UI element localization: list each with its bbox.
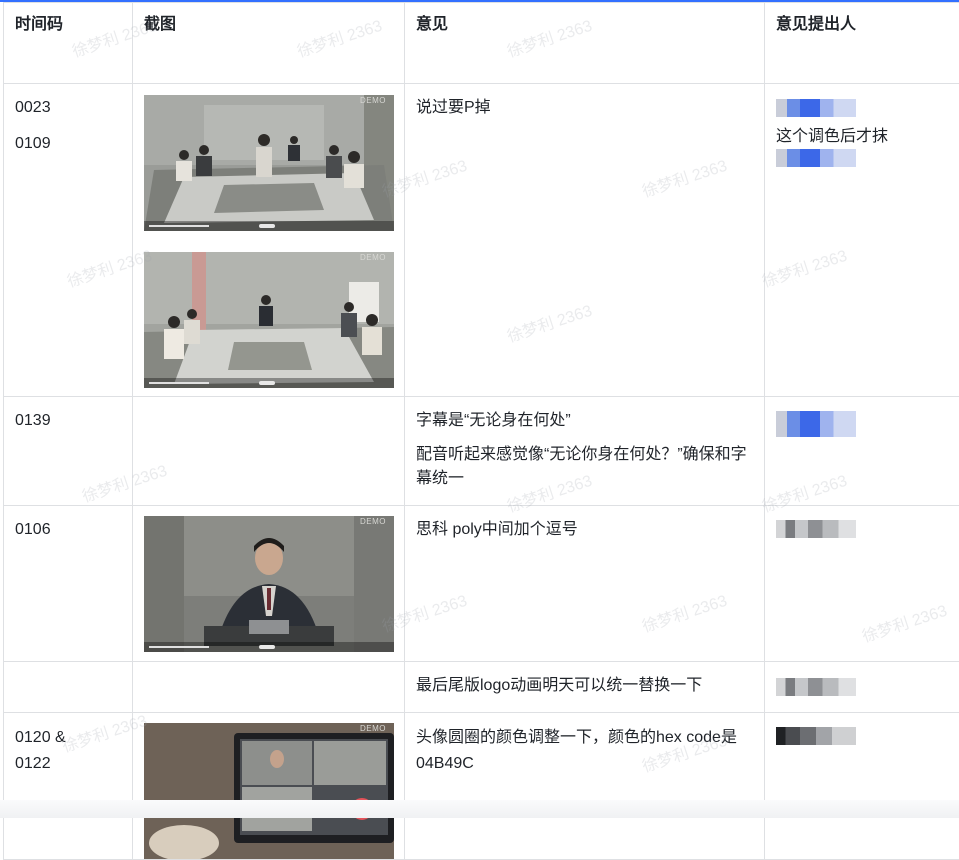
screenshot-image[interactable]: DEMO <box>144 252 394 388</box>
comment-cell[interactable]: 头像圆圈的颜色调整一下，颜色的hex code是 04B49C <box>405 713 765 860</box>
header-comment[interactable]: 意见 <box>405 3 765 84</box>
comment-text: 思科 poly中间加个逗号 <box>416 518 754 542</box>
timecode-cell[interactable]: 0106 <box>4 506 133 662</box>
reviewer-cell[interactable] <box>765 662 959 713</box>
scene-presenter-at-desk <box>144 516 394 652</box>
header-screenshot[interactable]: 截图 <box>133 3 405 84</box>
comment-cell[interactable]: 字幕是“无论身在何处” 配音听起来感觉像“无论你身在何处？”确保和字幕统一 <box>405 397 765 506</box>
scene-laptop-video-call <box>144 723 394 859</box>
reviewer-note: 这个调色后才抹 <box>776 125 955 149</box>
scene-conference-room-wide <box>144 95 394 231</box>
review-table: 时间码 截图 意见 意见提出人 0023 0109 <box>3 2 959 860</box>
screenshot-image[interactable]: DEMO <box>144 516 394 652</box>
comment-text: 说过要P掉 <box>416 96 754 120</box>
screenshot-cell[interactable] <box>133 397 405 506</box>
screenshot-image[interactable]: DEMO <box>144 95 394 231</box>
reviewer-cell[interactable] <box>765 397 959 506</box>
comment-cell[interactable]: 最后尾版logo动画明天可以统一替换一下 <box>405 662 765 713</box>
viewport-bottom-edge <box>0 800 959 818</box>
timecode-cell[interactable]: 0120 & 0122 <box>4 713 133 860</box>
table-row: 最后尾版logo动画明天可以统一替换一下 <box>4 662 959 713</box>
video-controls[interactable] <box>144 642 394 652</box>
scene-conference-room-far <box>144 252 394 388</box>
header-reviewer[interactable]: 意见提出人 <box>765 3 959 84</box>
comment-text: 头像圆圈的颜色调整一下，颜色的hex code是 04B49C <box>416 729 737 772</box>
reviewer-cell[interactable] <box>765 506 959 662</box>
timecode-text: 0109 <box>15 132 122 156</box>
demo-watermark: DEMO <box>360 724 386 733</box>
screenshot-cell[interactable]: DEMO <box>133 84 405 397</box>
table-row: 0139 字幕是“无论身在何处” 配音听起来感觉像“无论你身在何处？”确保和字幕… <box>4 397 959 506</box>
screenshot-image[interactable]: DEMO <box>144 723 394 859</box>
timecode-cell[interactable]: 0139 <box>4 397 133 506</box>
reviewer-avatar-redacted <box>776 149 856 167</box>
video-controls[interactable] <box>144 378 394 388</box>
reviewer-avatar-redacted <box>776 727 856 745</box>
timecode-text: 0139 <box>15 409 122 433</box>
table-row: 0023 0109 <box>4 84 959 397</box>
comment-text: 字幕是“无论身在何处” <box>416 409 754 433</box>
timecode-text: 0122 <box>15 751 122 777</box>
screenshot-cell[interactable] <box>133 662 405 713</box>
screenshot-cell[interactable]: DEMO <box>133 713 405 860</box>
table-row: 0120 & 0122 <box>4 713 959 860</box>
screenshot-cell[interactable]: DEMO <box>133 506 405 662</box>
demo-watermark: DEMO <box>360 253 386 262</box>
reviewer-avatar-redacted <box>776 99 856 117</box>
timecode-cell[interactable]: 0023 0109 <box>4 84 133 397</box>
comment-text: 配音听起来感觉像“无论你身在何处？”确保和字幕统一 <box>416 443 754 491</box>
comment-text: 最后尾版logo动画明天可以统一替换一下 <box>416 674 754 698</box>
reviewer-avatar-redacted <box>776 520 856 538</box>
reviewer-cell[interactable]: 这个调色后才抹 <box>765 84 959 397</box>
reviewer-avatar-redacted <box>776 411 856 437</box>
reviewer-cell[interactable] <box>765 713 959 860</box>
header-timecode[interactable]: 时间码 <box>4 3 133 84</box>
comment-cell[interactable]: 说过要P掉 <box>405 84 765 397</box>
table-row: 0106 <box>4 506 959 662</box>
video-controls[interactable] <box>144 221 394 231</box>
comment-cell[interactable]: 思科 poly中间加个逗号 <box>405 506 765 662</box>
header-row: 时间码 截图 意见 意见提出人 <box>4 3 959 84</box>
timecode-text: 0106 <box>15 518 122 542</box>
reviewer-avatar-redacted <box>776 678 856 696</box>
timecode-text: 0023 <box>15 96 122 120</box>
demo-watermark: DEMO <box>360 96 386 105</box>
timecode-cell[interactable] <box>4 662 133 713</box>
timecode-text: 0120 & <box>15 725 122 751</box>
demo-watermark: DEMO <box>360 517 386 526</box>
